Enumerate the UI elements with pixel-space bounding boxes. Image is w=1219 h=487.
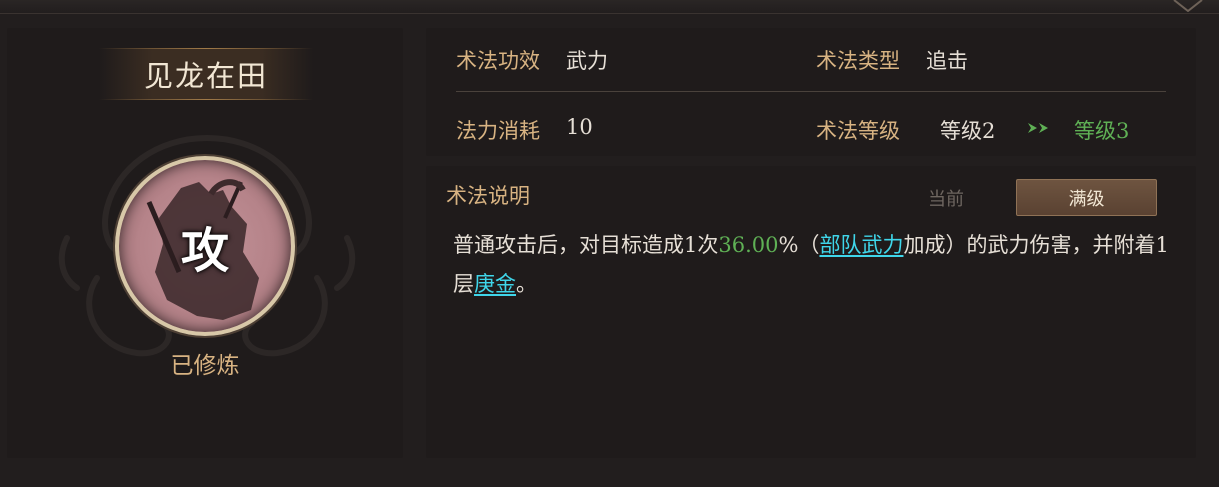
skill-info-panel: 术法功效 武力 术法类型 追击 法力消耗 10 术法等级 等级2 等级3 bbox=[426, 28, 1196, 156]
tab-max-level[interactable]: 满级 bbox=[1016, 179, 1157, 216]
skill-card: 见龙在田 攻 已修炼 bbox=[7, 28, 403, 458]
effect-label: 术法功效 bbox=[456, 49, 540, 73]
type-value: 追击 bbox=[926, 49, 968, 73]
skill-name: 见龙在田 bbox=[143, 59, 268, 93]
corner-notch-icon bbox=[1173, 0, 1203, 12]
skill-title-bar: 见龙在田 bbox=[99, 48, 313, 100]
title-top-line bbox=[99, 48, 313, 49]
link-gengjin[interactable]: 庚金 bbox=[474, 272, 516, 296]
skill-status: 已修炼 bbox=[170, 353, 240, 379]
description-panel: 术法说明 当前 满级 普通攻击后，对目标造成1次36.00%（部队武力加成）的武… bbox=[426, 166, 1196, 458]
description-title: 术法说明 bbox=[446, 184, 530, 208]
info-divider bbox=[456, 91, 1166, 92]
cost-value: 10 bbox=[566, 115, 593, 139]
level-current: 等级2 bbox=[940, 119, 996, 143]
desc-part-2: %（ bbox=[778, 233, 820, 257]
description-text: 普通攻击后，对目标造成1次36.00%（部队武力加成）的武力伤害，并附着1层庚金… bbox=[453, 226, 1178, 304]
effect-value: 武力 bbox=[566, 49, 608, 73]
level-next: 等级3 bbox=[1074, 119, 1130, 143]
skill-icon[interactable]: 攻 bbox=[115, 156, 295, 336]
cost-label: 法力消耗 bbox=[456, 119, 540, 143]
level-label: 术法等级 bbox=[816, 119, 900, 143]
link-troop-force[interactable]: 部队武力 bbox=[819, 233, 903, 257]
top-border bbox=[0, 0, 1219, 14]
skill-type-char: 攻 bbox=[180, 223, 229, 279]
damage-percent: 36.00 bbox=[718, 233, 779, 257]
skill-detail-screen: 见龙在田 攻 已修炼 术法功效 武力 术法类型 追击 法力消耗 10 术法等级 … bbox=[0, 0, 1219, 487]
tab-current[interactable]: 当前 bbox=[876, 180, 1016, 216]
arrow-right-double-icon bbox=[1028, 123, 1048, 133]
type-label: 术法类型 bbox=[816, 49, 900, 73]
desc-part-4: 。 bbox=[516, 272, 537, 296]
title-bottom-line bbox=[99, 99, 313, 100]
desc-part-1: 普通攻击后，对目标造成1次 bbox=[453, 233, 719, 257]
